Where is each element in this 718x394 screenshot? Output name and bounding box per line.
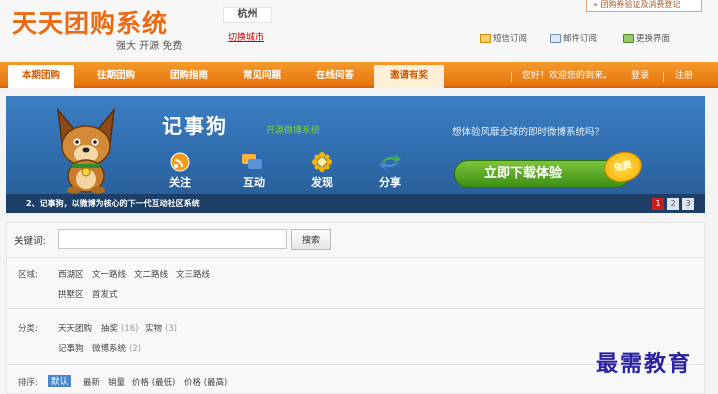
banner-title: 记事狗	[162, 114, 228, 138]
region-item[interactable]: 文一路线	[92, 268, 126, 280]
category-item[interactable]: 微博系统 (2)	[92, 342, 141, 354]
region-item[interactable]: 拱墅区	[58, 288, 84, 300]
tab-online-qa[interactable]: 在线问答	[304, 65, 366, 88]
tab-current-deals[interactable]: 本期团购	[8, 65, 74, 88]
search-button[interactable]: 搜索	[291, 229, 331, 250]
promo-banner[interactable]: 记事狗 开源微博系统 想体验风靡全球的即时微博系统吗？ 关注 互动 发现 分享 …	[6, 96, 705, 213]
rss-icon	[170, 152, 190, 172]
dog-mascot-icon	[56, 107, 116, 194]
coupon-verify-link[interactable]: » 团购券验证及消费登记	[586, 0, 702, 12]
sort-newest[interactable]: 最新	[83, 376, 100, 388]
greeting-text: 您好！欢迎您的到来。	[522, 71, 613, 81]
share-icon	[379, 154, 401, 170]
skin-icon	[623, 33, 634, 43]
mail-icon	[550, 33, 561, 43]
mail-subscribe-link[interactable]: 邮件订阅	[550, 32, 597, 44]
nav-divider	[663, 72, 664, 82]
banner-caption: 2、记事狗，以微博为核心的下一代互动社区系统	[26, 199, 200, 208]
site-logo[interactable]: 天天团购系统	[12, 4, 168, 40]
sort-sales[interactable]: 销量	[108, 376, 125, 388]
category-name: 微博系统	[92, 344, 127, 354]
category-name: 天天团购	[58, 324, 93, 334]
region-item[interactable]: 文三路线	[176, 268, 210, 280]
sms-subscribe-link[interactable]: 短信订阅	[480, 32, 527, 44]
keyword-input[interactable]	[58, 229, 287, 249]
divider	[7, 308, 704, 309]
sort-default[interactable]: 默认	[48, 375, 72, 387]
sms-icon	[480, 33, 491, 43]
main-nav: 本期团购 往期团购 团购指南 常见问题 在线问答 邀请有奖 您好！欢迎您的到来。…	[0, 62, 718, 88]
category-name: 记事狗	[58, 344, 84, 354]
category-label: 分类:	[18, 324, 38, 334]
region-item[interactable]: 文二路线	[134, 268, 168, 280]
chat-icon	[242, 154, 262, 169]
region-item[interactable]: 西湖区	[58, 268, 84, 280]
site-header: 天天团购系统 强大 开源 免费 杭州 切换城市 » 团购券验证及消费登记 短信订…	[0, 0, 718, 62]
feature-share: 分享	[379, 176, 401, 189]
feature-follow: 关注	[169, 176, 191, 189]
nav-divider	[511, 72, 512, 82]
feature-interact: 互动	[243, 176, 265, 189]
category-count: (16)	[121, 324, 139, 334]
category-item[interactable]: 天天团购	[58, 322, 92, 334]
category-item[interactable]: 记事狗	[58, 342, 84, 354]
sms-subscribe-label: 短信订阅	[493, 34, 528, 44]
keyword-label: 关键词:	[14, 236, 46, 247]
divider	[7, 257, 704, 258]
feature-discover: 发现	[311, 176, 333, 189]
login-link[interactable]: 登录	[631, 65, 649, 88]
category-name: 抽奖	[101, 324, 119, 334]
mail-subscribe-label: 邮件订阅	[563, 34, 598, 44]
sort-label: 排序:	[18, 378, 38, 388]
region-item[interactable]: 首发式	[92, 288, 118, 300]
switch-city-link[interactable]: 切换城市	[228, 30, 264, 43]
watermark-text: 最需教育	[596, 351, 693, 377]
discover-icon	[312, 152, 332, 172]
category-item[interactable]: 实物 (3)	[145, 322, 177, 334]
region-label: 区域:	[18, 270, 38, 280]
sort-price-high[interactable]: 价格 (最高)	[184, 376, 227, 388]
banner-tagline: 想体验风靡全球的即时微博系统吗？	[452, 127, 605, 138]
banner-page-3[interactable]: 3	[682, 198, 694, 210]
tab-faq[interactable]: 常见问题	[230, 65, 294, 88]
banner-subtitle: 开源微博系统	[266, 126, 321, 136]
change-skin-label: 更换界面	[636, 34, 671, 44]
tab-invite-reward[interactable]: 邀请有奖	[374, 65, 444, 88]
category-count: (2)	[129, 344, 142, 354]
tab-guide[interactable]: 团购指南	[158, 65, 220, 88]
register-link[interactable]: 注册	[675, 65, 693, 88]
category-name: 实物	[145, 324, 163, 334]
category-count: (3)	[165, 324, 178, 334]
tab-past-deals[interactable]: 往期团购	[84, 65, 148, 88]
site-slogan: 强大 开源 免费	[116, 41, 183, 52]
current-city: 杭州	[223, 7, 272, 23]
sort-price-low[interactable]: 价格 (最低)	[132, 376, 175, 388]
change-skin-link[interactable]: 更换界面	[623, 32, 670, 44]
banner-page-1[interactable]: 1	[652, 198, 664, 210]
banner-page-2[interactable]: 2	[667, 198, 679, 210]
category-item[interactable]: 抽奖 (16)	[101, 322, 138, 334]
